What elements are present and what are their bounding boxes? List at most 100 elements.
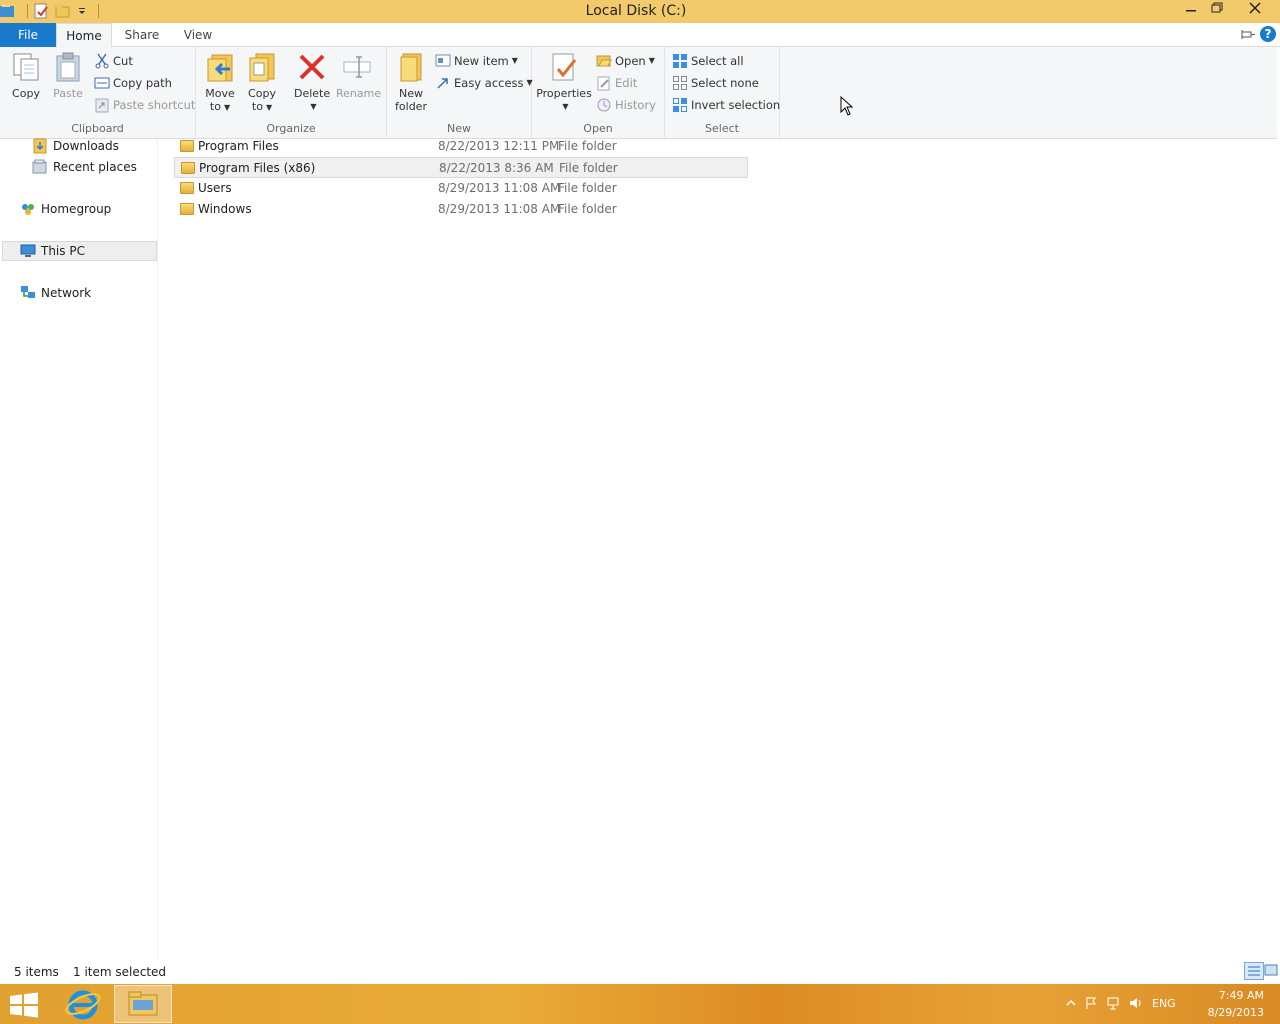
ribbon-tabs: File Home Share View ? [0,23,1280,48]
file-name: Windows [198,202,252,216]
file-row-selected[interactable]: Program Files (x86) 8/22/2013 8:36 AM Fi… [174,157,748,178]
delete-label: Delete [294,87,331,100]
delete-button[interactable]: Delete ▼ [294,51,330,113]
minimize-button[interactable] [1178,0,1204,23]
volume-icon[interactable] [1128,996,1142,1010]
network-icon [20,285,36,301]
open-dropdown-icon: ▼ [648,56,655,65]
properties-button[interactable]: Properties ▼ [536,51,592,113]
nav-label-homegroup: Homegroup [41,202,112,216]
nav-label-downloads: Downloads [53,139,119,153]
select-all-icon [672,53,688,69]
file-date: 8/29/2013 11:08 AM [438,202,561,216]
internet-explorer-taskbar-button[interactable] [58,986,108,1022]
open-label: Open [615,54,646,68]
cut-label: Cut [113,54,133,68]
copy-path-icon [94,75,110,91]
clipboard-group: Copy Paste Cut Copy path Paste shortcut [0,47,196,139]
new-folder-label-line1: New [399,87,423,100]
properties-label: Properties [536,87,592,100]
invert-selection-button[interactable]: Invert selection [672,95,780,115]
large-icons-view-button[interactable] [1264,963,1278,977]
file-explorer-taskbar-button[interactable] [114,985,172,1023]
nav-item-network[interactable]: Network [20,283,91,303]
open-group: Properties ▼ Open ▼ Edit History Open [532,47,665,139]
tab-home[interactable]: Home [56,23,112,48]
history-button[interactable]: History [596,95,656,115]
nav-item-recent-places[interactable]: Recent places [32,157,137,177]
nav-item-this-pc[interactable]: This PC [2,241,157,261]
window-title: Local Disk (C:) [585,3,687,19]
paste-shortcut-label: Paste shortcut [113,98,196,112]
copy-to-button[interactable]: Copy to ▼ [244,51,280,114]
start-button[interactable] [8,992,40,1018]
edit-label: Edit [615,76,638,90]
copy-path-label: Copy path [113,76,172,90]
network-tray-icon[interactable] [1106,996,1120,1010]
close-icon [1249,2,1261,14]
new-item-button[interactable]: New item ▼ [435,51,518,71]
nav-label-recent-places: Recent places [53,160,137,174]
file-name: Program Files (x86) [199,161,316,175]
cut-button[interactable]: Cut [94,51,133,71]
expand-ribbon-pin-icon[interactable] [1240,27,1256,43]
file-date: 8/22/2013 8:36 AM [439,161,554,175]
paste-label: Paste [53,87,83,100]
rename-icon [341,51,373,83]
nav-item-downloads[interactable]: Downloads [32,136,119,156]
file-row[interactable]: Users 8/29/2013 11:08 AM File folder [174,178,748,199]
file-row[interactable]: Program Files 8/22/2013 12:11 PM File fo… [174,136,748,157]
easy-access-button[interactable]: Easy access ▼ [435,73,533,93]
new-folder-button[interactable]: New folder [393,51,429,113]
select-none-button[interactable]: Select none [672,73,759,93]
show-hidden-icons-icon[interactable] [1064,996,1078,1010]
file-row[interactable]: Windows 8/29/2013 11:08 AM File folder [174,199,748,220]
copy-to-label-line2: to [251,100,263,113]
title-bar: Local Disk (C:) [0,0,1280,23]
move-to-button[interactable]: Move to ▼ [202,51,238,114]
action-center-flag-icon[interactable] [1084,996,1098,1010]
select-all-button[interactable]: Select all [672,51,744,71]
new-folder-label-line2: folder [395,100,427,113]
internet-explorer-icon [65,990,101,1020]
copy-path-button[interactable]: Copy path [94,73,172,93]
nav-item-homegroup[interactable]: Homegroup [20,199,111,219]
minimize-icon [1186,10,1196,12]
tab-file[interactable]: File [0,23,56,47]
move-to-dropdown-icon: ▼ [223,103,231,112]
open-button[interactable]: Open ▼ [596,51,655,71]
tab-view[interactable]: View [170,23,226,47]
clock-time[interactable]: 7:49 AM [1219,989,1264,1002]
mouse-cursor-icon [840,95,854,116]
restore-button[interactable] [1204,0,1230,23]
help-icon[interactable]: ? [1260,26,1276,42]
copy-button[interactable]: Copy [8,51,44,100]
file-date: 8/22/2013 12:11 PM [438,139,560,153]
paste-icon [52,51,84,83]
folder-icon [180,140,194,152]
system-tray: ENG 7:49 AM 8/29/2013 [1060,984,1280,1024]
file-type: File folder [558,139,617,153]
edit-button[interactable]: Edit [596,73,637,93]
tab-share[interactable]: Share [114,23,170,47]
nav-label-this-pc: This PC [41,244,85,258]
taskbar: ENG 7:49 AM 8/29/2013 [0,984,1280,1024]
paste-shortcut-button[interactable]: Paste shortcut [94,95,195,115]
scissors-icon [94,53,110,69]
this-pc-icon [20,243,36,259]
paste-button[interactable]: Paste [50,51,86,100]
new-folder-icon [395,51,427,83]
close-button[interactable] [1242,0,1268,23]
move-to-label-line1: Move [205,87,235,100]
navigation-pane: Downloads Recent places Homegroup This P… [0,136,158,959]
organize-group-label: Organize [266,122,316,135]
delete-x-icon [296,51,328,83]
windows-logo-icon [10,992,38,1018]
select-group-label: Select [705,122,739,135]
clock-date[interactable]: 8/29/2013 [1208,1006,1264,1019]
recent-places-icon [32,159,48,175]
rename-button[interactable]: Rename [336,51,381,100]
details-view-button[interactable] [1244,962,1264,980]
input-language-indicator[interactable]: ENG [1152,997,1176,1010]
item-count: 5 items [14,965,59,979]
